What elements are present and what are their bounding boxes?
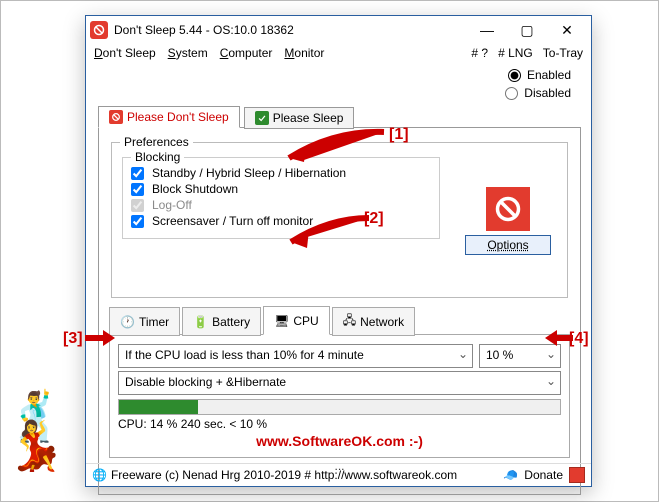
tab-dont-label: Please Don't Sleep [127,110,229,124]
chk-standby-input[interactable] [131,167,144,180]
radio-disabled[interactable]: Disabled [505,86,571,100]
radio-enabled[interactable]: Enabled [508,68,571,82]
menubar: Don't Sleep System Computer Monitor # ? … [86,44,591,64]
combo-action[interactable]: Disable blocking + &Hibernate [118,371,561,395]
chk-standby[interactable]: Standby / Hybrid Sleep / Hibernation [131,166,431,180]
menu-hash-q[interactable]: # ? [471,46,488,60]
chk-logoff[interactable]: Log-Off [131,198,431,212]
subtab-battery[interactable]: 🔋 Battery [182,307,261,336]
subtab-battery-label: Battery [212,315,250,329]
sub-tabs: 🕐 Timer 🔋 Battery 🖥 CPU 🖧 Network [109,306,570,335]
chk-screensaver-label: Screensaver / Turn off monitor [152,214,313,228]
radio-disabled-label: Disabled [524,86,571,100]
chk-logoff-label: Log-Off [152,198,192,212]
clock-icon: 🕐 [120,315,135,329]
titlebar: Don't Sleep 5.44 - OS:10.0 18362 — ▢ ✕ [86,16,591,44]
menu-computer[interactable]: Computer [220,46,273,60]
radio-enabled-label: Enabled [527,68,571,82]
tab-please-dont-sleep[interactable]: Please Don't Sleep [98,106,240,128]
radio-disabled-input[interactable] [505,87,518,100]
subtab-network[interactable]: 🖧 Network [332,307,415,336]
chk-standby-label: Standby / Hybrid Sleep / Hibernation [152,166,346,180]
chk-shutdown[interactable]: Block Shutdown [131,182,431,196]
chk-logoff-input[interactable] [131,199,144,212]
subtab-timer[interactable]: 🕐 Timer [109,307,180,336]
menu-lng[interactable]: # LNG [498,46,533,60]
subtab-cpu[interactable]: 🖥 CPU [263,306,330,335]
menu-monitor[interactable]: Monitor [284,46,324,60]
cpu-progress-bar [119,400,198,414]
network-icon: 🖧 [343,311,356,332]
globe-icon: 🌐 [92,468,107,482]
radio-enabled-input[interactable] [508,69,521,82]
options-button[interactable]: Options [465,235,551,255]
menu-dont-sleep[interactable]: Don't Sleep [94,46,156,60]
subtab-cpu-label: CPU [293,314,318,328]
chk-shutdown-input[interactable] [131,183,144,196]
big-prohibit-icon [486,187,530,231]
app-window: Don't Sleep 5.44 - OS:10.0 18362 — ▢ ✕ D… [85,15,592,487]
prohibit-icon [109,110,123,124]
subtab-timer-label: Timer [139,315,169,329]
preferences-group: Preferences Blocking Standby / Hybrid Sl… [111,142,568,298]
menu-to-tray[interactable]: To-Tray [543,46,583,60]
blocking-group: Blocking Standby / Hybrid Sleep / Hibern… [122,157,440,239]
combo-condition[interactable]: If the CPU load is less than 10% for 4 m… [118,344,473,368]
donate-icon: 🧢 [503,468,518,482]
chk-shutdown-label: Block Shutdown [152,182,238,196]
battery-icon: 🔋 [193,315,208,329]
page-body: Preferences Blocking Standby / Hybrid Sl… [98,127,581,495]
mode-radios: Enabled Disabled [86,64,591,100]
chk-screensaver-input[interactable] [131,215,144,228]
cpu-status: CPU: 14 % 240 sec. < 10 % [118,417,561,431]
preferences-legend: Preferences [120,135,193,149]
subtab-network-label: Network [360,315,404,329]
cpu-panel: If the CPU load is less than 10% for 4 m… [109,334,570,458]
left-decoration: 🕺💃 [6,404,66,462]
chk-screensaver[interactable]: Screensaver / Turn off monitor [131,214,431,228]
main-tabs: Please Don't Sleep Please Sleep [98,106,581,128]
donate-link[interactable]: Donate [524,468,563,482]
window-title: Don't Sleep 5.44 - OS:10.0 18362 [114,23,294,37]
menu-system[interactable]: System [168,46,208,60]
status-text: Freeware (c) Nenad Hrg 2010-2019 # http:… [111,468,457,482]
cpu-icon: 🖥 [274,314,289,328]
minimize-button[interactable]: — [467,16,507,44]
annotation-4: [4] [569,330,589,348]
annotation-3: [3] [63,330,83,348]
combo-percent[interactable]: 10 % [479,344,561,368]
close-button[interactable]: ✕ [547,16,587,44]
tab-please-sleep[interactable]: Please Sleep [244,107,355,129]
watermark-url: www.SoftwareOK.com :-) [118,433,561,449]
cpu-progress [118,399,561,415]
options-box: Options [463,187,553,255]
maximize-button[interactable]: ▢ [507,16,547,44]
tab-do-label: Please Sleep [273,111,344,125]
check-icon [255,111,269,125]
blocking-legend: Blocking [131,150,184,164]
status-square-icon[interactable] [569,467,585,483]
statusbar: 🌐 Freeware (c) Nenad Hrg 2010-2019 # htt… [86,463,591,486]
app-icon [90,21,108,39]
